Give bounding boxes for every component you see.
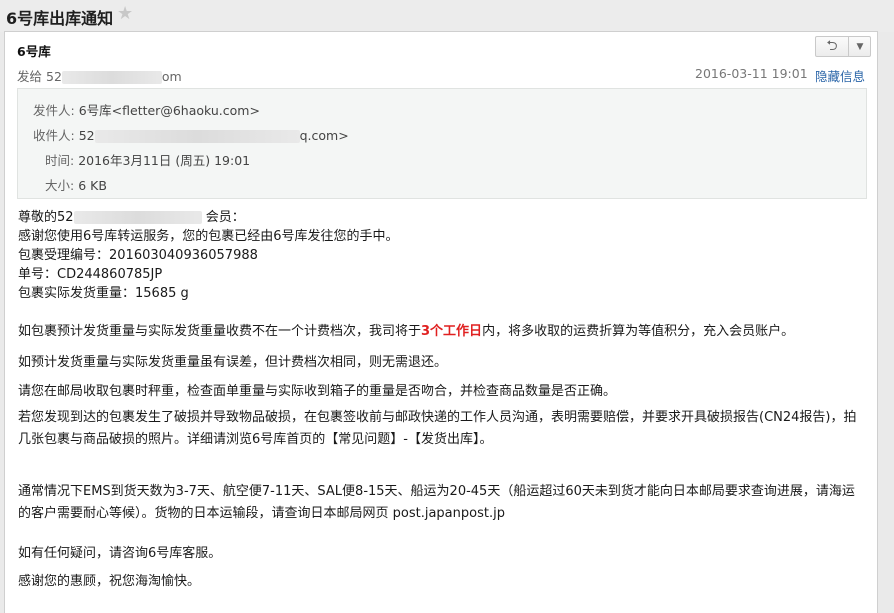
to-prefix: 52 — [78, 128, 95, 143]
details-panel: 发件人: 6号库<fletter@6haoku.com> 收件人: 52 q.co… — [17, 88, 867, 199]
redacted-name-blur — [73, 211, 202, 224]
weight-value: 15685 g — [135, 286, 189, 301]
action-button-group: ⮌ ▼ — [815, 36, 871, 57]
greeting-suffix: 会员： — [205, 210, 245, 225]
size-label: 大小: — [45, 178, 75, 193]
from-label: 发件人: — [33, 103, 75, 118]
paragraph-closing: 感谢您的惠顾，祝您海淘愉快。 — [18, 574, 201, 589]
tracking-value: 201603040936057988 — [109, 248, 258, 263]
to-row: 收件人: 52 q.com> — [33, 125, 349, 144]
redacted-email-blur — [94, 130, 300, 143]
time-value: 2016年3月11日 (周五) 19:01 — [78, 153, 251, 168]
paragraph-weigh: 请您在邮局收取包裹时秤重，检查面单重量与实际收到箱子的重量是否吻合，并检查商品数… — [18, 384, 617, 399]
size-value: 6 KB — [78, 178, 107, 193]
refund-text-a: 如包裹预计发货重量与实际发货重量收费不在一个计费档次，我司将于 — [18, 324, 422, 339]
order-label: 单号： — [18, 267, 58, 282]
mail-date: 2016-03-11 19:01 — [695, 66, 808, 81]
greeting-line: 尊敬的52 会员： — [18, 206, 245, 225]
greeting-prefix-blur: 52 — [57, 210, 74, 225]
mail-card: 6号库 ⮌ ▼ 发给 52 om 2016-03-11 19:01 隐藏信息 发件… — [4, 31, 878, 613]
to-label: 收件人: — [33, 128, 75, 143]
order-line: 单号：CD244860785JP — [18, 263, 162, 282]
tracking-line: 包裹受理编号：201603040936057988 — [18, 244, 258, 263]
reply-icon: ⮌ — [826, 37, 838, 54]
send-to-line: 发给 52 om — [17, 66, 182, 85]
paragraph-delivery: 通常情况下EMS到货天数为3-7天、航空便7-11天、SAL便8-15天、船运为… — [18, 484, 855, 521]
time-row: 时间: 2016年3月11日 (周五) 19:01 — [45, 150, 250, 169]
paragraph-contact: 如有任何疑问，请咨询6号库客服。 — [18, 546, 222, 561]
to-suffix: q.com> — [299, 128, 349, 143]
send-to-suffix: om — [161, 69, 182, 84]
greeting-prefix: 尊敬的 — [18, 210, 58, 225]
paragraph-refund: 如包裹预计发货重量与实际发货重量收费不在一个计费档次，我司将于3个工作日内，将多… — [18, 320, 794, 339]
weight-line: 包裹实际发货重量：15685 g — [18, 282, 189, 301]
chevron-down-icon: ▼ — [856, 41, 864, 52]
reply-button[interactable]: ⮌ — [816, 37, 849, 56]
order-value: CD244860785JP — [57, 267, 163, 282]
from-value[interactable]: 6号库<fletter@6haoku.com> — [79, 103, 260, 118]
hide-info-link[interactable]: 隐藏信息 — [815, 66, 865, 85]
redacted-email-blur — [61, 71, 162, 84]
refund-highlight: 3个工作日 — [421, 324, 483, 339]
from-row: 发件人: 6号库<fletter@6haoku.com> — [33, 100, 260, 119]
mail-subject: 6号库出库通知 — [6, 9, 114, 28]
time-label: 时间: — [45, 153, 75, 168]
send-to-label: 发给 — [17, 69, 43, 84]
thanks-line: 感谢您使用6号库转运服务，您的包裹已经由6号库发往您的手中。 — [18, 229, 399, 244]
send-to-prefix: 52 — [46, 69, 62, 84]
size-row: 大小: 6 KB — [45, 175, 107, 194]
paragraph-damage: 若您发现到达的包裹发生了破损并导致物品破损，在包裹签收前与邮政快递的工作人员沟通… — [18, 410, 857, 447]
title-bar: 6号库出库通知 ★ — [0, 0, 894, 32]
star-icon[interactable]: ★ — [117, 3, 133, 24]
sender-name[interactable]: 6号库 — [17, 41, 51, 60]
more-actions-button[interactable]: ▼ — [849, 37, 871, 56]
paragraph-no-refund: 如预计发货重量与实际发货重量虽有误差，但计费档次相同，则无需退还。 — [18, 355, 448, 370]
refund-text-b: 内，将多收取的运费折算为等值积分，充入会员账户。 — [482, 324, 795, 339]
tracking-label: 包裹受理编号： — [18, 248, 110, 263]
weight-label: 包裹实际发货重量： — [18, 286, 136, 301]
